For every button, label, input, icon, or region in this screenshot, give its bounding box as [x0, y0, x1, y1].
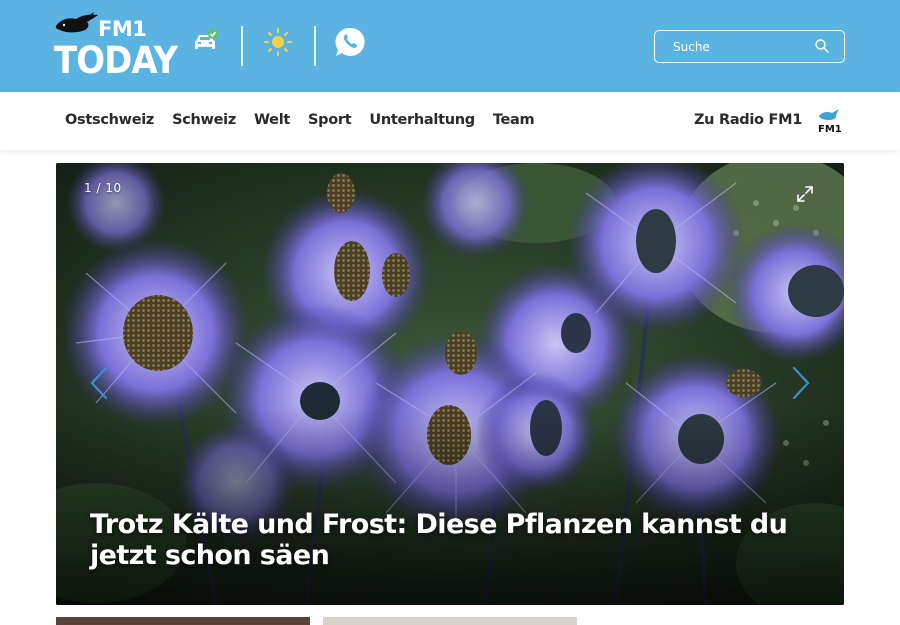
main-navigation: Ostschweiz Schweiz Welt Sport Unterhaltu…: [0, 92, 900, 150]
article-thumbnail[interactable]: [323, 617, 577, 625]
gallery-counter: 1 / 10: [84, 181, 122, 195]
nav-item-team[interactable]: Team: [493, 112, 535, 128]
article-thumbnail[interactable]: [56, 617, 310, 625]
site-header: FM1 TODAY: [0, 0, 900, 92]
nav-item-sport[interactable]: Sport: [308, 112, 352, 128]
logo-today-text: TODAY: [54, 39, 178, 83]
car-traffic-icon[interactable]: [191, 27, 221, 57]
whatsapp-icon[interactable]: [335, 27, 365, 57]
nav-menu: Ostschweiz Schweiz Welt Sport Unterhaltu…: [65, 112, 552, 128]
search-input[interactable]: [673, 37, 813, 57]
gallery-caption[interactable]: Trotz Kälte und Frost: Diese Pflanzen ka…: [90, 509, 820, 571]
header-divider: [241, 26, 243, 66]
nav-item-welt[interactable]: Welt: [254, 112, 290, 128]
nav-item-schweiz[interactable]: Schweiz: [172, 112, 236, 128]
search-box[interactable]: [654, 30, 845, 63]
image-gallery[interactable]: 1 / 10 Trotz Kälte und Frost: Diese Pfla…: [56, 163, 844, 605]
sun-weather-icon[interactable]: [263, 27, 293, 57]
fullscreen-expand-icon[interactable]: [796, 185, 814, 203]
radio-logo-text: FM1: [818, 124, 841, 134]
logo-fm1-text: FM1: [98, 17, 147, 41]
next-arrow-icon[interactable]: [790, 365, 812, 401]
bull-icon: [55, 12, 98, 33]
search-icon[interactable]: [814, 38, 830, 54]
fm1-today-logo[interactable]: FM1 TODAY: [54, 12, 178, 83]
radio-fm1-link[interactable]: Zu Radio FM1: [694, 112, 802, 128]
nav-item-ostschweiz[interactable]: Ostschweiz: [65, 112, 154, 128]
radio-fm1-logo-icon[interactable]: FM1: [817, 108, 841, 134]
header-divider: [314, 26, 316, 66]
previous-arrow-icon[interactable]: [88, 365, 110, 401]
nav-item-unterhaltung[interactable]: Unterhaltung: [369, 112, 475, 128]
